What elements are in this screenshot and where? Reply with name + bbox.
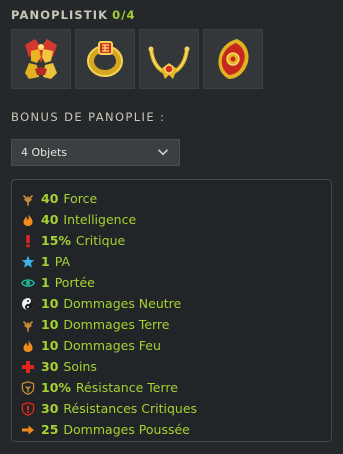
bonus-value: 30	[41, 359, 59, 374]
push-arrow-icon	[22, 425, 34, 434]
set-bonus-heading: BONUS DE PANOPLIE :	[11, 110, 166, 124]
set-item-count: 0/4	[112, 8, 136, 22]
earth-icon	[23, 320, 33, 332]
bonus-value: 10%	[41, 380, 71, 395]
bonus-value: 40	[41, 212, 59, 227]
bonus-line: 30 Soins	[21, 356, 197, 377]
armor-set-icon	[25, 39, 57, 79]
bonus-stat: Portée	[54, 275, 95, 290]
bonus-stat: Dommages Terre	[63, 317, 170, 332]
bonus-line: 10 Dommages Neutre	[21, 293, 197, 314]
bonus-stat: Dommages Neutre	[63, 296, 182, 311]
bonus-line: 15% Critique	[21, 230, 197, 251]
set-name: PANOPLISTIK	[11, 8, 109, 22]
bonus-value: 1	[41, 254, 50, 269]
ap-star-icon	[21, 255, 35, 268]
fire-icon	[23, 213, 33, 226]
bonus-value: 40	[41, 191, 59, 206]
bonus-value: 10	[41, 317, 59, 332]
bonus-line: 30 Résistances Critiques	[21, 398, 197, 419]
critical-icon	[26, 234, 30, 247]
bonus-line: 10% Résistance Terre	[21, 377, 197, 398]
bonus-stat: Critique	[75, 233, 126, 248]
bonus-stat: Dommages Feu	[63, 338, 161, 353]
bonus-value: 10	[41, 338, 59, 353]
bonus-value: 30	[41, 401, 59, 416]
bonus-stat: Soins	[63, 359, 97, 374]
bonus-stat: Intelligence	[63, 212, 137, 227]
bonus-line: 25 Dommages Poussée	[21, 419, 197, 440]
bonus-stat: Résistances Critiques	[63, 401, 198, 416]
ring-icon	[87, 41, 123, 77]
heal-cross-icon	[22, 360, 34, 373]
item-count-select-value: 4 Objets	[21, 146, 68, 159]
set-item-2[interactable]	[75, 29, 135, 89]
bonus-line: 10 Dommages Terre	[21, 314, 197, 335]
resist-earth-icon	[21, 380, 35, 395]
bonus-value: 1	[41, 275, 50, 290]
bonus-line: 1 Portée	[21, 272, 197, 293]
amulet-icon	[148, 46, 190, 79]
shield-icon	[218, 39, 249, 79]
bonus-line: 40 Force	[21, 188, 197, 209]
bonus-value: 25	[41, 422, 59, 437]
bonus-stat: PA	[54, 254, 70, 269]
earth-icon	[23, 194, 33, 206]
set-bonus-box: 40 Force 40 Intelligence 15% Critique 1 …	[11, 179, 332, 442]
set-item-3[interactable]	[139, 29, 199, 89]
chevron-down-icon	[157, 149, 169, 156]
fire-icon	[23, 339, 33, 352]
bonus-line: 40 Intelligence	[21, 209, 197, 230]
set-bonus-list: 40 Force 40 Intelligence 15% Critique 1 …	[21, 188, 197, 440]
bonus-line: 1 PA	[21, 251, 197, 272]
range-eye-icon	[21, 278, 35, 287]
bonus-stat: Résistance Terre	[75, 380, 178, 395]
set-title: PANOPLISTIK 0/4	[11, 8, 136, 22]
bonus-stat: Dommages Poussée	[63, 422, 190, 437]
set-panel: PANOPLISTIK 0/4 BONUS DE PANOPLIE: 4 Ob…	[0, 0, 343, 454]
neutral-yin-yang-icon	[22, 297, 34, 310]
set-item-4[interactable]	[203, 29, 263, 89]
set-item-1[interactable]	[11, 29, 71, 89]
item-count-select[interactable]: 4 Objets	[11, 139, 180, 166]
bonus-value: 10	[41, 296, 59, 311]
resist-critical-icon	[21, 401, 35, 416]
bonus-value: 15%	[41, 233, 71, 248]
bonus-line: 10 Dommages Feu	[21, 335, 197, 356]
set-items	[11, 29, 263, 89]
bonus-stat: Force	[63, 191, 98, 206]
